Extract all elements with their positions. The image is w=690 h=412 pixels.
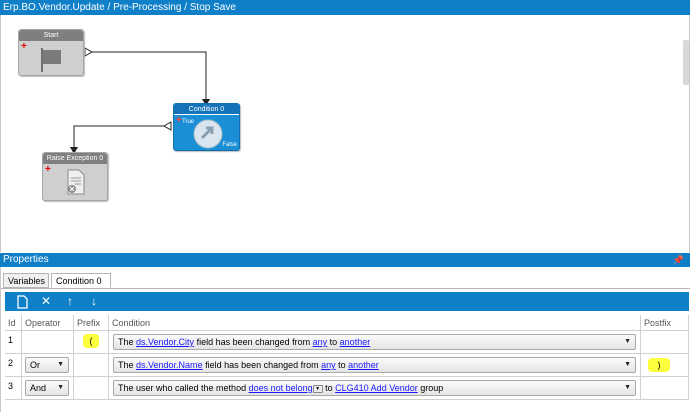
row1-postfix-cell[interactable]: [641, 331, 689, 354]
to-value-link[interactable]: another: [348, 360, 379, 370]
row1-prefix-cell[interactable]: (: [74, 331, 109, 354]
window-title: Erp.BO.Vendor.Update / Pre-Processing / …: [0, 0, 690, 15]
properties-header: Properties 📌: [0, 253, 690, 267]
properties-panel: Variables Condition 0 ✕ ↑ ↓ Id Operator …: [0, 267, 690, 412]
row2-operator-value: Or: [30, 360, 40, 370]
workflow-connectors: [70, 47, 210, 154]
row2-id: 2: [5, 354, 22, 377]
condition-node[interactable]: Condition 0 + True False: [173, 103, 240, 151]
chevron-down-icon[interactable]: ▼: [624, 335, 631, 349]
tab-divider: [1, 288, 690, 289]
condition-text: The: [118, 360, 137, 370]
to-value-link[interactable]: another: [340, 337, 371, 347]
condition-text: field has been changed from: [194, 337, 313, 347]
header-postfix[interactable]: Postfix: [641, 315, 689, 331]
from-value-link[interactable]: any: [313, 337, 328, 347]
move-up-icon[interactable]: ↑: [62, 293, 78, 310]
condition-text: to: [335, 360, 349, 370]
row3-condition-cell: The user who called the method does not …: [109, 377, 641, 400]
chevron-down-icon[interactable]: ▼: [57, 358, 64, 372]
move-down-icon[interactable]: ↓: [86, 293, 102, 310]
workflow-canvas[interactable]: Start + Condition 0 + True False Raise E…: [0, 15, 690, 252]
row2-operator-cell: Or ▼: [22, 354, 74, 377]
row3-id: 3: [5, 377, 22, 400]
start-node-title: Start: [19, 30, 83, 41]
row2-condition-cell: The ds.Vendor.Name field has been change…: [109, 354, 641, 377]
row2-operator-select[interactable]: Or ▼: [25, 357, 69, 373]
row1-prefix[interactable]: (: [83, 334, 99, 348]
tab-condition-0[interactable]: Condition 0: [51, 273, 111, 288]
raise-exception-node[interactable]: Raise Exception 0 +: [42, 152, 108, 201]
field-link[interactable]: ds.Vendor.City: [136, 337, 194, 347]
add-icon[interactable]: +: [45, 165, 51, 175]
row1-condition-cell: The ds.Vendor.City field has been change…: [109, 331, 641, 354]
flag-icon: [41, 48, 61, 72]
row1-operator: [22, 331, 74, 354]
row3-condition-combo[interactable]: The user who called the method does not …: [113, 380, 636, 396]
start-node[interactable]: Start +: [18, 29, 84, 76]
chevron-down-icon[interactable]: ▼: [57, 381, 64, 395]
row2-prefix-cell[interactable]: [74, 354, 109, 377]
from-value-link[interactable]: any: [321, 360, 336, 370]
row2-postfix-cell[interactable]: ): [641, 354, 689, 377]
row3-operator-select[interactable]: And ▼: [25, 380, 69, 396]
condition-node-title: Condition 0: [174, 104, 239, 115]
condition-text: field has been changed from: [202, 360, 322, 370]
grid-toolbar: ✕ ↑ ↓: [5, 292, 689, 311]
chevron-down-icon[interactable]: ▼: [624, 358, 631, 372]
condition-text: to: [322, 383, 336, 393]
chevron-down-icon[interactable]: ▼: [624, 381, 631, 395]
header-condition[interactable]: Condition: [109, 315, 641, 331]
field-link[interactable]: ds.Vendor.Name: [136, 360, 203, 370]
add-icon[interactable]: +: [176, 116, 182, 126]
condition-icon: [193, 119, 223, 149]
group-link[interactable]: CLG410 Add Vendor: [335, 383, 418, 393]
header-operator[interactable]: Operator: [22, 315, 74, 331]
condition-text: to: [327, 337, 340, 347]
row1-condition-combo[interactable]: The ds.Vendor.City field has been change…: [113, 334, 636, 350]
condition-text: The: [118, 337, 137, 347]
header-id[interactable]: Id: [5, 315, 22, 331]
row2-postfix[interactable]: ): [648, 358, 670, 372]
row2-condition-combo[interactable]: The ds.Vendor.Name field has been change…: [113, 357, 636, 373]
condition-false-label: False: [222, 142, 237, 148]
raise-exception-title: Raise Exception 0: [43, 153, 107, 164]
row1-id: 1: [5, 331, 22, 354]
row3-prefix-cell[interactable]: [74, 377, 109, 400]
properties-title: Properties: [3, 254, 49, 265]
row3-operator-value: And: [30, 383, 47, 393]
new-icon[interactable]: [14, 293, 30, 310]
delete-icon[interactable]: ✕: [38, 293, 54, 310]
row3-postfix-cell[interactable]: [641, 377, 689, 400]
condition-text: The user who called the method: [118, 383, 249, 393]
condition-text: group: [417, 383, 444, 393]
tab-variables[interactable]: Variables: [3, 273, 49, 288]
row3-operator-cell: And ▼: [22, 377, 74, 400]
membership-link[interactable]: does not belong: [249, 383, 313, 393]
pin-icon[interactable]: 📌: [673, 253, 684, 267]
add-icon[interactable]: +: [21, 42, 27, 52]
dropdown-icon[interactable]: ▼: [312, 384, 323, 393]
document-error-icon: [67, 169, 85, 195]
header-prefix[interactable]: Prefix: [74, 315, 109, 331]
